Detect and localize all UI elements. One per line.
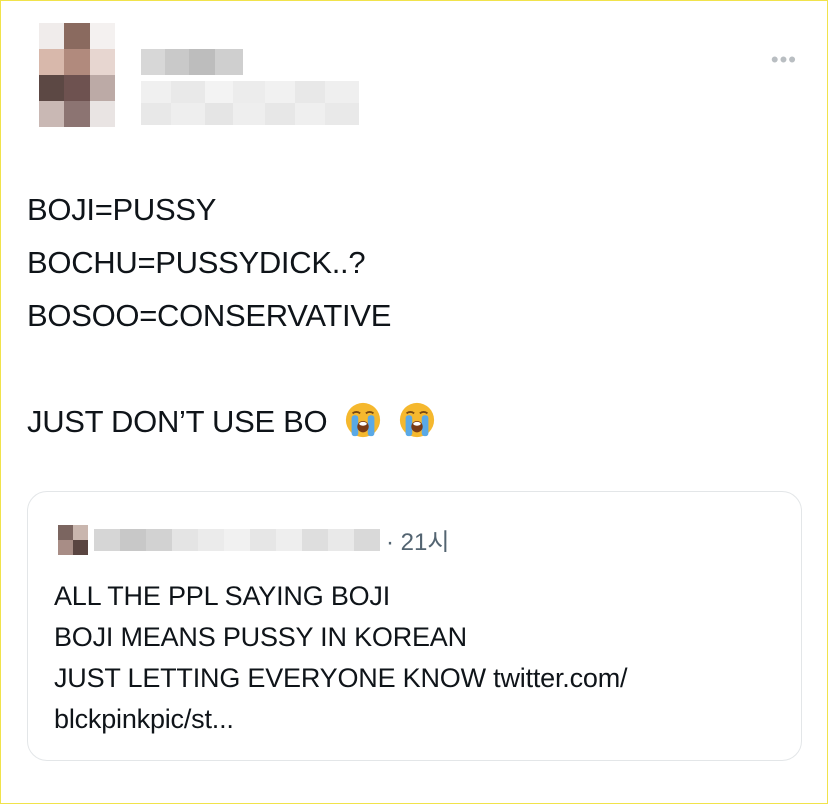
quoted-tweet[interactable]: · 21시 ALL THE PPL SAYING BOJI BOJI MEANS… xyxy=(27,491,802,761)
display-name[interactable] xyxy=(141,49,243,75)
tweet-line: BOCHU=PUSSYDICK..? xyxy=(27,245,366,280)
quoted-line: blckpinkpic/st... xyxy=(54,704,234,734)
loudly-crying-face-icon xyxy=(345,402,380,437)
tweet-line-final: JUST DON’T USE BO xyxy=(27,395,436,448)
quoted-username[interactable] xyxy=(94,528,380,551)
quoted-line: JUST LETTING EVERYONE KNOW twitter.com/ xyxy=(54,663,628,693)
tweet-card: ••• BOJI=PUSSY BOCHU=PUSSYDICK..? BOSOO=… xyxy=(0,0,828,804)
ellipsis-icon: ••• xyxy=(770,47,797,72)
tweet-body: BOJI=PUSSY BOCHU=PUSSYDICK..? BOSOO=CONS… xyxy=(27,183,436,448)
quoted-line: ALL THE PPL SAYING BOJI xyxy=(54,581,391,611)
quoted-timestamp[interactable]: · 21시 xyxy=(386,522,449,557)
more-options-button[interactable]: ••• xyxy=(771,49,797,71)
username-handle[interactable] xyxy=(141,81,359,125)
avatar[interactable] xyxy=(39,23,115,127)
quoted-line: BOJI MEANS PUSSY IN KOREAN xyxy=(54,622,467,652)
tweet-line: BOSOO=CONSERVATIVE xyxy=(27,298,392,333)
quoted-avatar[interactable] xyxy=(58,524,88,555)
tweet-final-text: JUST DON’T USE BO xyxy=(27,404,328,439)
quoted-tweet-body: ALL THE PPL SAYING BOJI BOJI MEANS PUSSY… xyxy=(54,576,628,740)
tweet-line: BOJI=PUSSY xyxy=(27,192,217,227)
quoted-tweet-header: · 21시 xyxy=(58,522,449,557)
loudly-crying-face-icon xyxy=(399,402,435,437)
